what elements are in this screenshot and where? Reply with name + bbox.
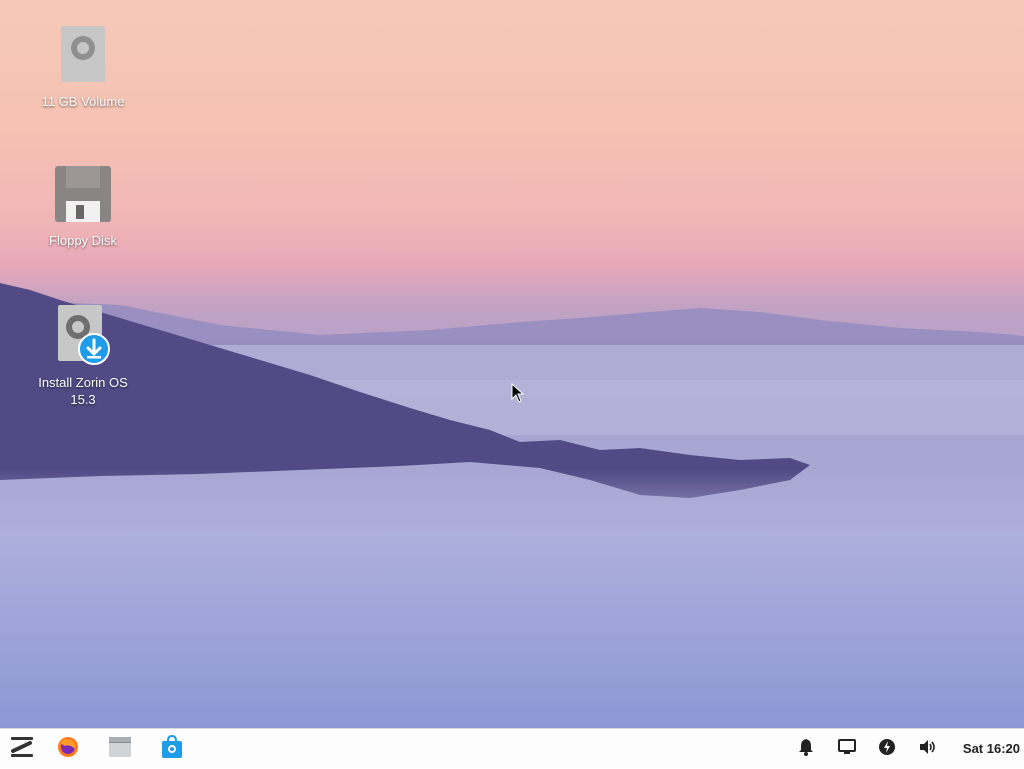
desktop-icon-label: 11 GB Volume	[41, 94, 125, 109]
zorin-menu-button[interactable]	[0, 729, 44, 769]
files-icon	[108, 736, 132, 763]
firefox-button[interactable]	[46, 729, 90, 769]
volume-icon	[919, 739, 937, 760]
desktop-icon-volume[interactable]: 11 GB Volume	[28, 26, 138, 110]
drive-icon	[28, 26, 138, 89]
software-store-button[interactable]	[150, 729, 194, 769]
taskbar: Sat 16:20	[0, 728, 1024, 768]
volume-button[interactable]	[910, 729, 946, 769]
desktop-icon-installer[interactable]: Install Zorin OS 15.3	[28, 305, 138, 408]
desktop-icon-label: Install Zorin OS 15.3	[38, 375, 128, 407]
installer-icon	[28, 305, 138, 370]
display-button[interactable]	[829, 729, 865, 769]
software-store-icon	[160, 734, 184, 764]
clock[interactable]: Sat 16:20	[963, 729, 1020, 769]
zorin-logo-icon	[8, 735, 36, 764]
desktop-icon-floppy[interactable]: Floppy Disk	[28, 165, 138, 249]
mouse-pointer-icon	[511, 382, 525, 408]
desktop-icon-label: Floppy Disk	[49, 233, 117, 248]
display-icon	[838, 738, 856, 760]
power-button[interactable]	[869, 729, 905, 769]
bell-icon	[798, 738, 814, 761]
files-button[interactable]	[98, 729, 142, 769]
power-icon	[878, 738, 896, 761]
notifications-button[interactable]	[788, 729, 824, 769]
firefox-icon	[56, 735, 80, 764]
floppy-disk-icon	[28, 165, 138, 228]
wallpaper-landscape	[0, 283, 1024, 728]
desktop-background[interactable]: 11 GB Volume Floppy Disk Install Zorin O	[0, 0, 1024, 728]
